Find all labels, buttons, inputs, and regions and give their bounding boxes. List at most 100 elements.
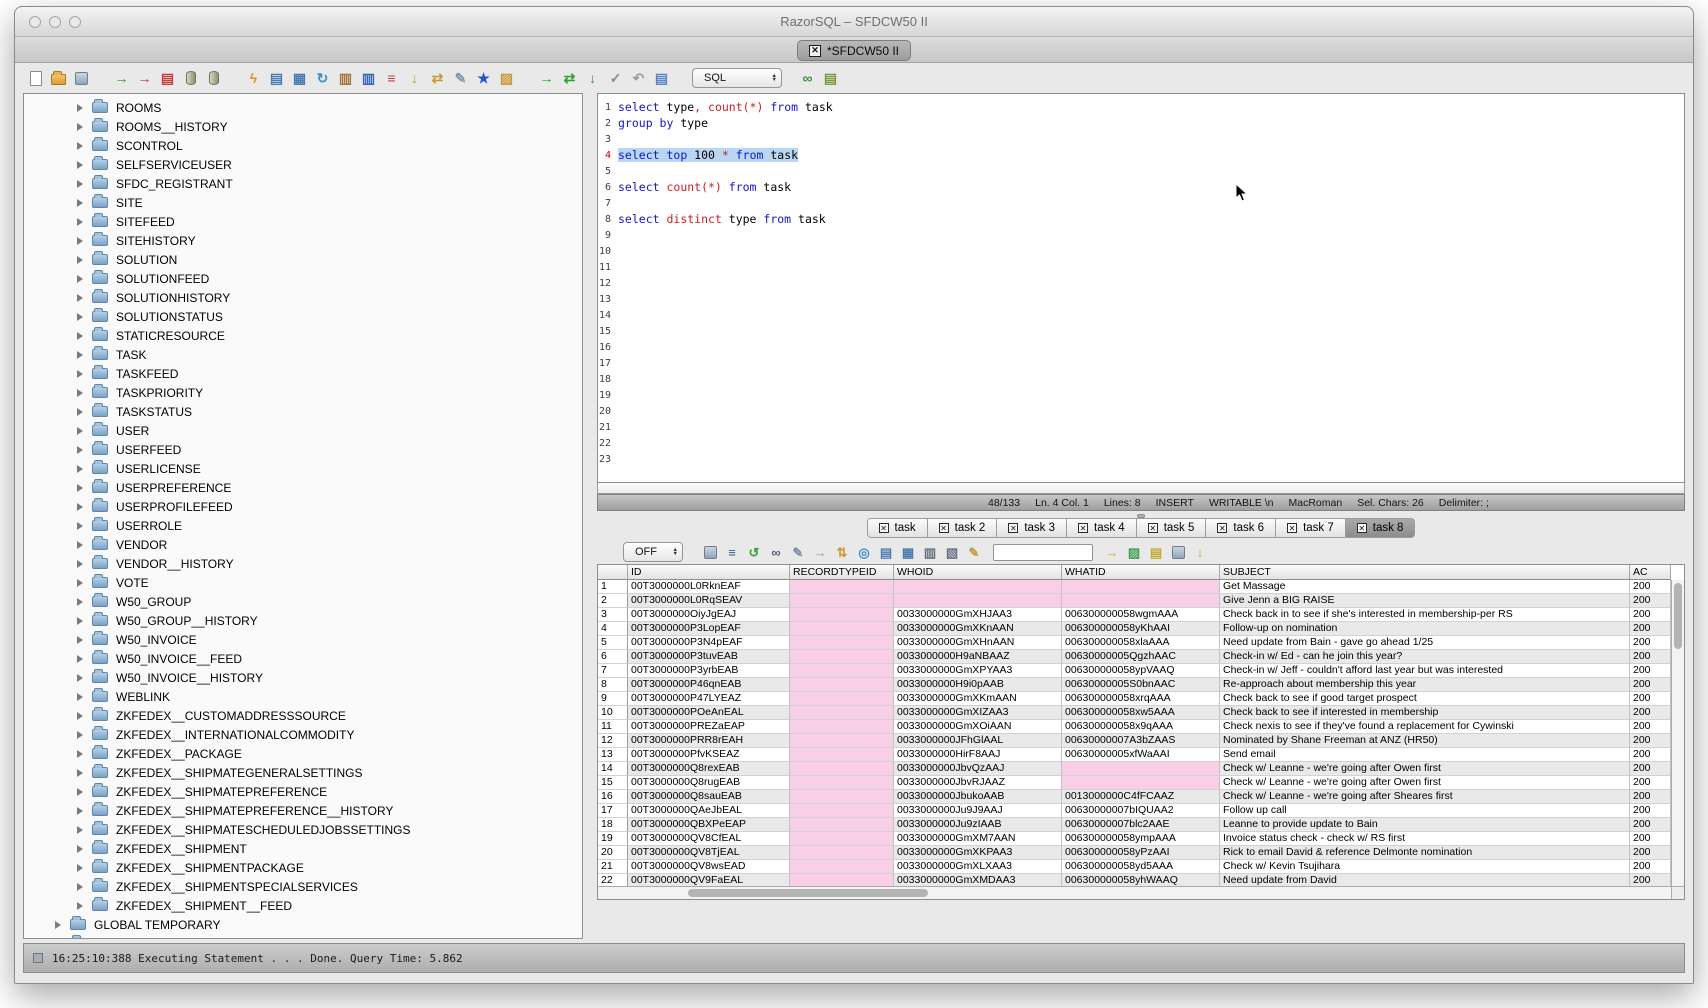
grid-cell[interactable]: Check w/ Kevin Tsujihara — [1220, 860, 1630, 874]
grid-row-number[interactable]: 2 — [598, 594, 628, 608]
export-results-icon[interactable]: ▨ — [1125, 543, 1143, 561]
tree-item-w50-group-history[interactable]: W50_GROUP__HISTORY — [24, 611, 582, 630]
disclosure-triangle-icon[interactable] — [77, 826, 83, 834]
grid-cell[interactable]: 006300000058x9qAAA — [1062, 720, 1220, 734]
grid-cell[interactable]: 00630000005xfWaAAI — [1062, 748, 1220, 762]
grid-cell[interactable]: 200 — [1630, 678, 1671, 692]
disclosure-triangle-icon[interactable] — [77, 161, 83, 169]
tree-item-zkfedex-shipment[interactable]: ZKFEDEX__SHIPMENT — [24, 839, 582, 858]
disclosure-triangle-icon[interactable] — [77, 199, 83, 207]
tree-item-zkfedex-customaddresssource[interactable]: ZKFEDEX__CUSTOMADDRESSSOURCE — [24, 706, 582, 725]
editor-line[interactable]: 19 — [598, 387, 1684, 403]
grid-cell[interactable]: 006300000058yd5AAA — [1062, 860, 1220, 874]
import-data-icon[interactable]: ⇄ — [428, 68, 447, 88]
results-list-icon[interactable]: ≡ — [382, 68, 401, 88]
export-data-icon[interactable]: ↓ — [405, 68, 424, 88]
disclosure-triangle-icon[interactable] — [77, 275, 83, 283]
disclosure-triangle-icon[interactable] — [77, 522, 83, 530]
grid-cell[interactable]: 00T3000000QV8wsEAD — [628, 860, 790, 874]
table-go-icon[interactable]: ▨ — [497, 68, 516, 88]
grid-cell[interactable]: 200 — [1630, 664, 1671, 678]
grid-cell[interactable] — [790, 776, 894, 790]
grid-cell[interactable]: 00T3000000QAeJbEAL — [628, 804, 790, 818]
grid-cell[interactable]: 200 — [1630, 846, 1671, 860]
grid-cell[interactable]: 0033000000Ju9zIAAB — [894, 818, 1062, 832]
grid-cell[interactable] — [894, 580, 1062, 594]
grid-cell[interactable]: 200 — [1630, 706, 1671, 720]
grid-cell[interactable]: 00T3000000Q8sauEAB — [628, 790, 790, 804]
grid-cell[interactable]: Need update from Bain - gave go ahead 1/… — [1220, 636, 1630, 650]
refresh-results-icon[interactable]: ↺ — [745, 543, 763, 561]
close-tab-icon[interactable]: ✕ — [879, 523, 889, 533]
disclosure-triangle-icon[interactable] — [77, 123, 83, 131]
grid-header-cell[interactable]: SUBJECT — [1220, 565, 1630, 580]
new-document-icon[interactable] — [26, 68, 45, 88]
close-document-icon[interactable]: ✕ — [809, 45, 821, 57]
grid-row[interactable]: 2000T3000000QV8TjEAL0033000000GmXKPAA300… — [598, 846, 1671, 860]
grid-row[interactable]: 100T3000000L0RknEAFGet Massage200 — [598, 580, 1671, 594]
grid-cell[interactable]: Follow up call — [1220, 804, 1630, 818]
grid-cell[interactable]: 006300000058ypVAAQ — [1062, 664, 1220, 678]
grid-row-number[interactable]: 11 — [598, 720, 628, 734]
fetch-icon[interactable]: ↓ — [583, 68, 602, 88]
grid-row-number[interactable]: 5 — [598, 636, 628, 650]
close-tab-icon[interactable]: ✕ — [1287, 523, 1297, 533]
tree-item-w50-invoice[interactable]: W50_INVOICE — [24, 630, 582, 649]
tree-item-zkfedex-internationalcommodity[interactable]: ZKFEDEX__INTERNATIONALCOMMODITY — [24, 725, 582, 744]
documentation-book-icon[interactable]: ▥ — [359, 68, 378, 88]
grid-row[interactable]: 600T3000000P3tuvEAB0033000000H9aNBAAZ006… — [598, 650, 1671, 664]
tree-item-zkfedex-shipmentpackage[interactable]: ZKFEDEX__SHIPMENTPACKAGE — [24, 858, 582, 877]
grid-cell[interactable]: Check-in w/ Jeff - couldn't afford last … — [1220, 664, 1630, 678]
disclosure-triangle-icon[interactable] — [77, 560, 83, 568]
tree-item-staticresource[interactable]: STATICRESOURCE — [24, 326, 582, 345]
grid-row[interactable]: 1900T3000000QV8CfEAL0033000000GmXM7AAN00… — [598, 832, 1671, 846]
grid-cell[interactable] — [790, 832, 894, 846]
grid-cell[interactable] — [790, 762, 894, 776]
tree-item-userrole[interactable]: USERROLE — [24, 516, 582, 535]
grid-cell[interactable]: 00630000007blc2AAE — [1062, 818, 1220, 832]
edit-record-icon[interactable]: ✎ — [789, 543, 807, 561]
grid-cell[interactable]: 00T3000000PRR8rEAH — [628, 734, 790, 748]
grid-header-cell[interactable]: WHOID — [894, 565, 1062, 580]
grid-cell[interactable]: 0033000000GmXKnAAN — [894, 622, 1062, 636]
editor-line[interactable]: 14 — [598, 307, 1684, 323]
disclosure-triangle-icon[interactable] — [77, 332, 83, 340]
statement-type-select[interactable]: SQL ▲▼ — [692, 68, 782, 88]
grid-cell[interactable]: 00T3000000Q8rugEAB — [628, 776, 790, 790]
disclosure-triangle-icon[interactable] — [55, 921, 61, 929]
grid-row-number[interactable]: 12 — [598, 734, 628, 748]
grid-cell[interactable]: 00630000007bIQUAA2 — [1062, 804, 1220, 818]
grid-cell[interactable]: 200 — [1630, 608, 1671, 622]
grid-cell[interactable] — [790, 650, 894, 664]
disclosure-triangle-icon[interactable] — [77, 313, 83, 321]
grid-cell[interactable]: 0033000000GmXPYAA3 — [894, 664, 1062, 678]
tree-item-taskfeed[interactable]: TASKFEED — [24, 364, 582, 383]
grid-row-number[interactable]: 14 — [598, 762, 628, 776]
grid-cell[interactable] — [790, 804, 894, 818]
disclosure-triangle-icon[interactable] — [77, 788, 83, 796]
grid-cell[interactable]: 00T3000000OiyJgEAJ — [628, 608, 790, 622]
form-view-icon[interactable]: ▤ — [877, 543, 895, 561]
grid-cell[interactable] — [790, 846, 894, 860]
grid-cell[interactable]: 00T3000000P3tuvEAB — [628, 650, 790, 664]
tree-item-solution[interactable]: SOLUTION — [24, 250, 582, 269]
disclosure-triangle-icon[interactable] — [77, 769, 83, 777]
tree-item-zkfedex-shipmentspecialservices[interactable]: ZKFEDEX__SHIPMENTSPECIALSERVICES — [24, 877, 582, 896]
grid-row-number[interactable]: 22 — [598, 874, 628, 886]
tree-item-zkfedex-shipmategeneralsettings[interactable]: ZKFEDEX__SHIPMATEGENERALSETTINGS — [24, 763, 582, 782]
sort-rows-icon[interactable]: ⇅ — [833, 543, 851, 561]
disclosure-triangle-icon[interactable] — [77, 636, 83, 644]
open-document-icon[interactable] — [49, 68, 68, 88]
disclosure-triangle-icon[interactable] — [77, 237, 83, 245]
grid-cell[interactable]: Check-in w/ Ed - can he join this year? — [1220, 650, 1630, 664]
grid-cell[interactable]: 00T3000000PREZaEAP — [628, 720, 790, 734]
grid-row[interactable]: 1000T3000000POeAnEAL0033000000GmXIZAA300… — [598, 706, 1671, 720]
grid-row[interactable]: 1500T3000000Q8rugEAB0033000000JbvRJAAZCh… — [598, 776, 1671, 790]
grid-row[interactable]: 500T3000000P3N4pEAF0033000000GmXHnAAN006… — [598, 636, 1671, 650]
grid-row-number[interactable]: 8 — [598, 678, 628, 692]
grid-cell[interactable]: 00630000005QgzhAAC — [1062, 650, 1220, 664]
grid-cell[interactable]: 00T3000000QV9FaEAL — [628, 874, 790, 886]
grid-row-number[interactable]: 13 — [598, 748, 628, 762]
outline-list-icon[interactable]: ▤ — [821, 68, 840, 88]
tree-item-w50-invoice-history[interactable]: W50_INVOICE__HISTORY — [24, 668, 582, 687]
